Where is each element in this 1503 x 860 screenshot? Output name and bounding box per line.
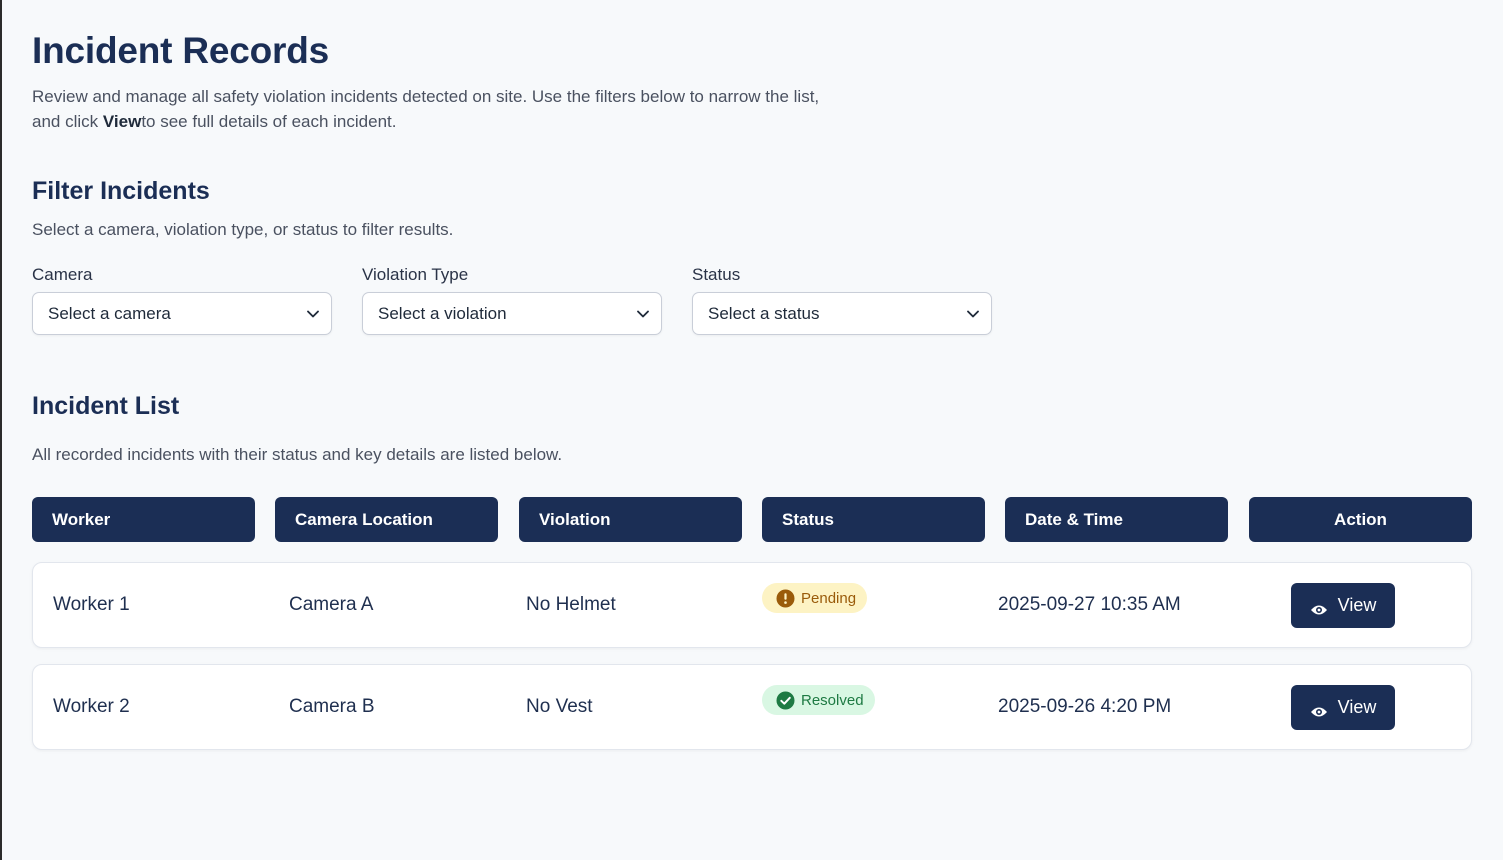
intro-view-emphasis: View — [102, 112, 142, 131]
table-header: Worker Camera Location Violation Status … — [32, 497, 1474, 542]
violation-select-value: Select a violation — [378, 303, 507, 323]
datetime-cell: 2025-09-26 4:20 PM — [998, 696, 1172, 717]
page-title: Incident Records — [32, 30, 329, 71]
violation-filter: Violation Type Select a violation — [362, 265, 662, 335]
column-header-violation: Violation — [519, 497, 742, 542]
violation-cell: No Helmet — [526, 594, 616, 615]
column-header-date-time: Date & Time — [1005, 497, 1228, 542]
intro-line-1: Review and manage all safety violation i… — [32, 87, 820, 106]
view-button-label: View — [1337, 595, 1377, 615]
column-header-worker: Worker — [32, 497, 255, 542]
view-button-label: View — [1337, 697, 1377, 717]
eye-icon — [1310, 600, 1328, 614]
camera-filter-label: Camera — [32, 265, 93, 284]
status-badge: Pending — [762, 583, 868, 613]
camera-cell: Camera A — [289, 594, 374, 615]
incident-list-subtitle: All recorded incidents with their status… — [32, 445, 563, 464]
violation-filter-label: Violation Type — [362, 265, 469, 284]
status-filter: Status Select a status — [692, 265, 992, 335]
status-filter-label: Status — [692, 265, 741, 284]
page-intro: Review and manage all safety violation i… — [32, 84, 872, 134]
table-row: Worker 1 Camera A No Helmet Pending 2025… — [32, 562, 1472, 648]
column-header-status: Status — [762, 497, 985, 542]
datetime-cell: 2025-09-27 10:35 AM — [998, 594, 1181, 615]
intro-pre: and click — [32, 112, 103, 131]
worker-cell: Worker 1 — [53, 594, 130, 615]
filter-section-subtitle: Select a camera, violation type, or stat… — [32, 220, 454, 239]
incident-list-title: Incident List — [32, 392, 180, 420]
violation-cell: No Vest — [526, 696, 593, 717]
eye-icon — [1310, 702, 1328, 716]
view-button[interactable]: View — [1291, 583, 1395, 628]
status-badge-label: Resolved — [801, 691, 864, 709]
view-button[interactable]: View — [1291, 685, 1395, 730]
table-row: Worker 2 Camera B No Vest Resolved 2025-… — [32, 664, 1472, 750]
column-header-action: Action — [1249, 497, 1472, 542]
exclamation-icon — [776, 589, 795, 608]
status-badge-label: Pending — [801, 589, 857, 607]
filter-section-title: Filter Incidents — [32, 177, 210, 205]
camera-filter: Camera Select a camera — [32, 265, 332, 335]
intro-post: to see full details of each incident. — [141, 112, 397, 131]
camera-cell: Camera B — [289, 696, 375, 717]
chevron-down-icon — [637, 308, 649, 320]
camera-select[interactable]: Select a camera — [32, 292, 332, 335]
status-select[interactable]: Select a status — [692, 292, 992, 335]
status-select-value: Select a status — [708, 303, 820, 323]
status-badge: Resolved — [762, 685, 875, 715]
check-icon — [776, 691, 795, 710]
camera-select-value: Select a camera — [48, 303, 171, 323]
worker-cell: Worker 2 — [53, 696, 130, 717]
violation-select[interactable]: Select a violation — [362, 292, 662, 335]
column-header-camera-location: Camera Location — [275, 497, 498, 542]
chevron-down-icon — [307, 308, 319, 320]
chevron-down-icon — [967, 308, 979, 320]
